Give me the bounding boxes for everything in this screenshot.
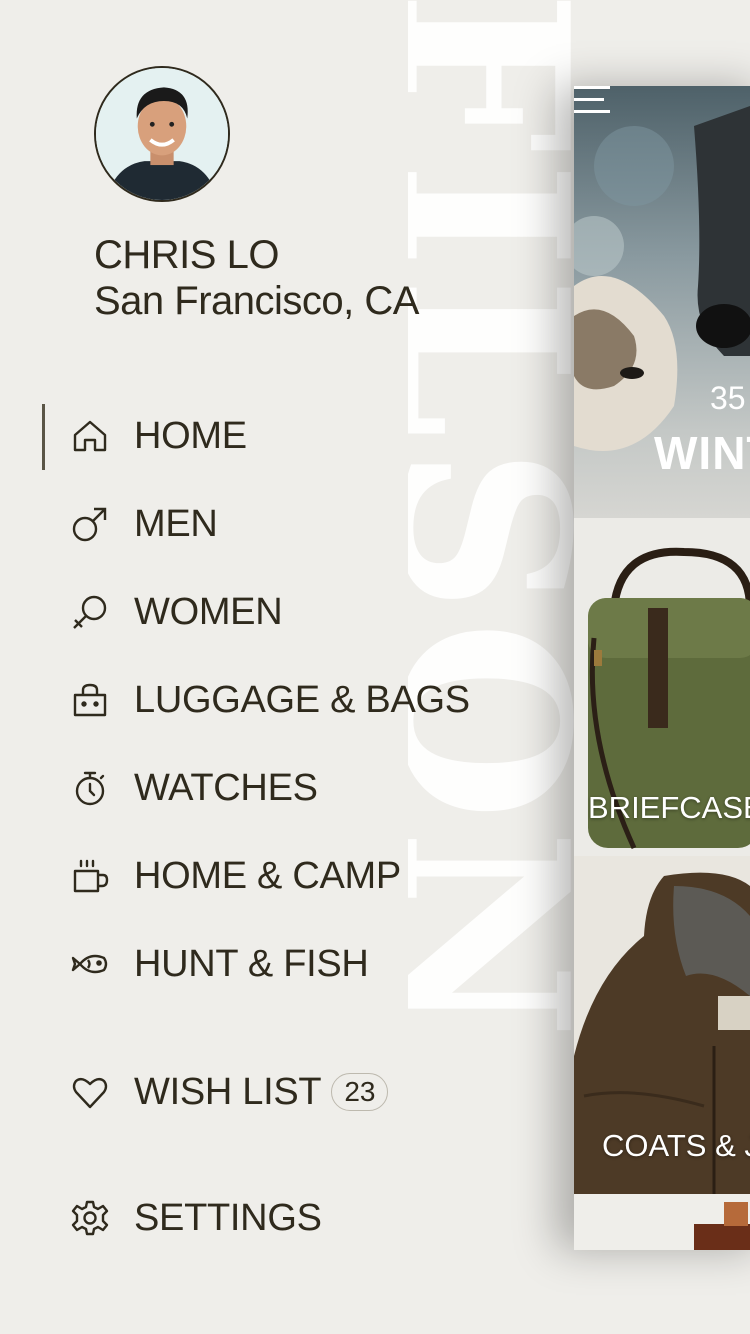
category-tile-next[interactable] [574,1194,750,1250]
sidebar-item-label: SETTINGS [134,1196,322,1239]
sidebar-item-home-camp[interactable]: HOME & CAMP [0,832,560,920]
product-image [694,1202,750,1250]
hero-banner[interactable]: 35 WINT [574,86,750,518]
sidebar-item-men[interactable]: MEN [0,480,560,568]
mug-icon [70,856,110,896]
hamburger-menu-icon[interactable] [574,86,612,114]
sidebar-item-label: HOME & CAMP [134,854,401,897]
bag-icon [70,680,110,720]
home-icon [70,416,110,456]
gear-icon [70,1198,110,1238]
female-icon [70,592,110,632]
sidebar-item-home[interactable]: HOME [0,392,560,480]
heart-icon [70,1072,110,1112]
sidebar-nav: HOME MEN WOMEN LUGGAGE & BAGS WATCHES HO… [0,392,560,1262]
sidebar-item-label: MEN [134,502,218,545]
sidebar-item-label: HUNT & FISH [134,942,369,985]
sidebar-item-label: WOMEN [134,590,283,633]
hero-title: WINT [654,427,750,479]
sidebar-item-wish-list[interactable]: WISH LIST 23 [0,1048,560,1136]
sidebar-item-label: WATCHES [134,766,318,809]
active-indicator [42,404,45,470]
fish-icon [70,944,110,984]
wishlist-count-badge: 23 [331,1073,389,1111]
user-location: San Francisco, CA [94,279,419,323]
category-tile-briefcase[interactable]: BRIEFCASE [574,518,750,856]
sidebar-item-label: LUGGAGE & BAGS [134,678,470,721]
avatar-image [96,68,228,200]
sidebar-item-label: HOME [134,414,247,457]
sidebar-item-watches[interactable]: WATCHES [0,744,560,832]
sidebar-item-settings[interactable]: SETTINGS [0,1174,560,1262]
male-icon [70,504,110,544]
user-name: CHRIS LO [94,233,279,277]
sidebar-item-women[interactable]: WOMEN [0,568,560,656]
stopwatch-icon [70,768,110,808]
category-label: COATS & J [602,1128,750,1163]
sidebar-item-hunt-fish[interactable]: HUNT & FISH [0,920,560,1008]
content-preview-panel[interactable]: 35 WINT BRIEFCASE COATS & J [574,86,750,1250]
avatar[interactable] [94,66,230,202]
category-tile-coats[interactable]: COATS & J [574,856,750,1194]
category-label: BRIEFCASE [588,790,750,825]
hero-count: 35 [710,380,746,416]
sidebar-item-luggage-bags[interactable]: LUGGAGE & BAGS [0,656,560,744]
sidebar-item-label: WISH LIST [134,1070,322,1113]
